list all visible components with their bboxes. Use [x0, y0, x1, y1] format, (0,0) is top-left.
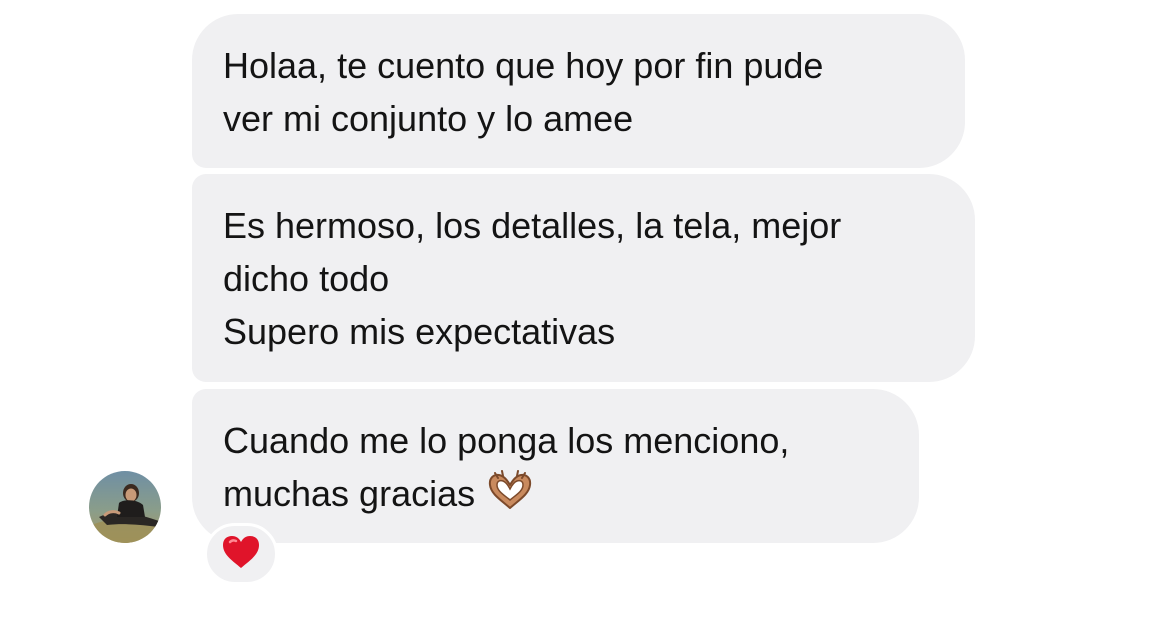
message-text-line: Holaa, te cuento que hoy por fin pude	[223, 45, 824, 86]
message-thread: Holaa, te cuento que hoy por fin pude ve…	[0, 0, 1149, 624]
heart-hands-icon	[485, 470, 535, 524]
message-text: muchas gracias	[223, 473, 476, 514]
avatar[interactable]	[89, 471, 161, 543]
message-text-line: dicho todo	[223, 258, 390, 299]
message-bubble[interactable]: Cuando me lo ponga los menciono, muchas …	[192, 389, 919, 543]
message-text-line: Cuando me lo ponga los menciono,	[223, 420, 790, 461]
message-text-line: muchas gracias	[223, 467, 887, 524]
message-bubble[interactable]: Holaa, te cuento que hoy por fin pude ve…	[192, 14, 965, 168]
message-bubble[interactable]: Es hermoso, los detalles, la tela, mejor…	[192, 174, 975, 382]
message-text-line: ver mi conjunto y lo amee	[223, 98, 634, 139]
reaction-badge[interactable]	[204, 523, 278, 585]
message-text-line: Es hermoso, los detalles, la tela, mejor	[223, 205, 842, 246]
red-heart-icon	[221, 534, 261, 575]
message-text-line: Supero mis expectativas	[223, 311, 616, 352]
